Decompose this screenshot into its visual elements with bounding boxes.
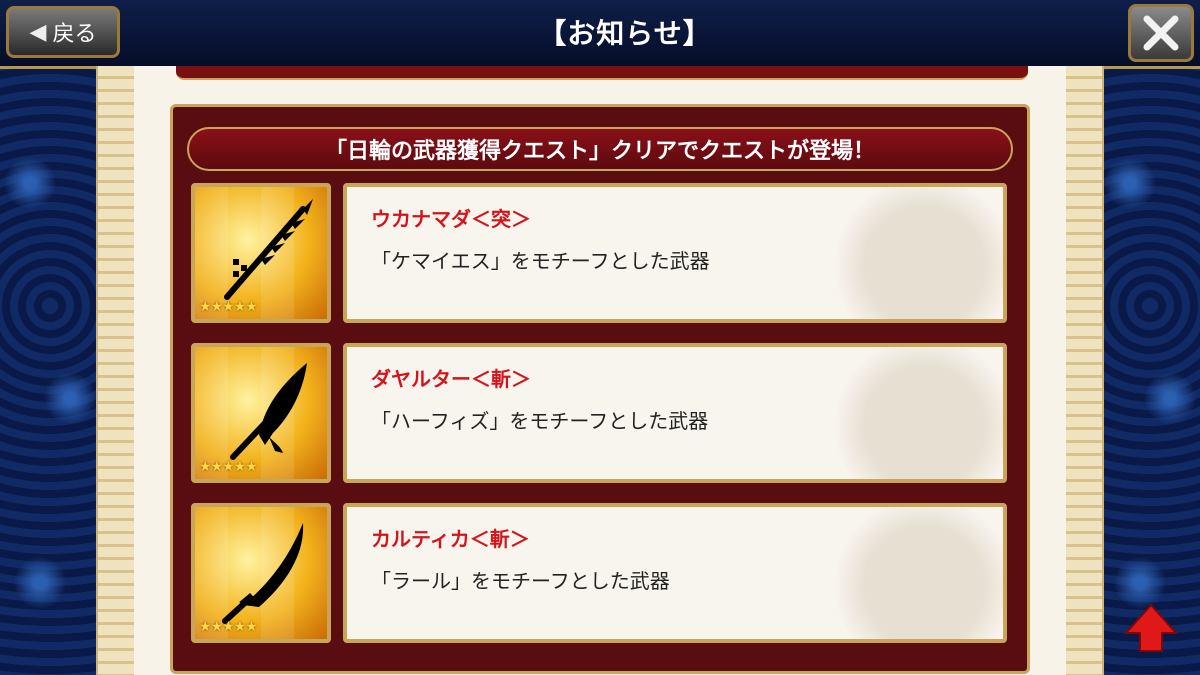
- weapon-icon-frame: ★★★★★: [191, 503, 331, 643]
- weapon-description: 「ケマイエス」をモチーフとした武器: [371, 249, 710, 273]
- weapon-card[interactable]: カルティカ＜斬＞ 「ラール」をモチーフとした武器: [343, 503, 1007, 643]
- weapon-name: ダヤルター＜斬＞: [371, 367, 531, 391]
- left-ornament-background: [0, 60, 100, 675]
- top-bar: ◀ 戻る 【お知らせ】: [0, 0, 1200, 69]
- broad-sword-icon: [230, 363, 307, 460]
- weapon-description: 「ハーフィズ」をモチーフとした武器: [371, 409, 709, 433]
- top-ribbon: [176, 66, 1028, 80]
- weapon-description: 「ラール」をモチーフとした武器: [371, 569, 670, 593]
- up-arrow-icon: [1123, 603, 1179, 652]
- panel-left-border: [98, 66, 134, 675]
- notice-box: 「日輪の武器獲得クエスト」クリアでクエストが登場！ ★★★★★ ウカナマダ＜突＞…: [170, 104, 1030, 674]
- weapon-row: ★★★★★ ダヤルター＜斬＞ 「ハーフィズ」をモチーフとした武器: [191, 343, 1011, 485]
- weapon-icon-frame: ★★★★★: [191, 183, 331, 323]
- weapon-card[interactable]: ウカナマダ＜突＞ 「ケマイエス」をモチーフとした武器: [343, 183, 1007, 323]
- panel-right-border: [1066, 66, 1102, 675]
- weapon-row: ★★★★★ カルティカ＜斬＞ 「ラール」をモチーフとした武器: [191, 503, 1011, 645]
- weapon-name: ウカナマダ＜突＞: [371, 207, 531, 231]
- scroll-to-top-button[interactable]: [1123, 603, 1179, 653]
- close-button[interactable]: [1128, 4, 1194, 62]
- weapon-name: カルティカ＜斬＞: [371, 527, 530, 551]
- rarity-stars: ★★★★★: [199, 619, 258, 635]
- back-label: 戻る: [52, 22, 97, 47]
- back-button[interactable]: ◀ 戻る: [6, 6, 120, 58]
- right-ornament-background: [1100, 60, 1200, 675]
- back-arrow-icon: ◀: [29, 19, 47, 45]
- curved-blade-icon: [222, 523, 304, 624]
- weapon-icon-frame: ★★★★★: [191, 343, 331, 483]
- spear-icon: [224, 199, 313, 300]
- rarity-stars: ★★★★★: [199, 299, 258, 315]
- notice-panel: 「日輪の武器獲得クエスト」クリアでクエストが登場！ ★★★★★ ウカナマダ＜突＞…: [96, 66, 1104, 675]
- notice-heading: 「日輪の武器獲得クエスト」クリアでクエストが登場！: [187, 127, 1013, 171]
- page-title: 【お知らせ】: [538, 17, 712, 50]
- close-icon: [1143, 15, 1179, 51]
- weapon-row: ★★★★★ ウカナマダ＜突＞ 「ケマイエス」をモチーフとした武器: [191, 183, 1011, 325]
- rarity-stars: ★★★★★: [199, 459, 258, 475]
- weapon-card[interactable]: ダヤルター＜斬＞ 「ハーフィズ」をモチーフとした武器: [343, 343, 1007, 483]
